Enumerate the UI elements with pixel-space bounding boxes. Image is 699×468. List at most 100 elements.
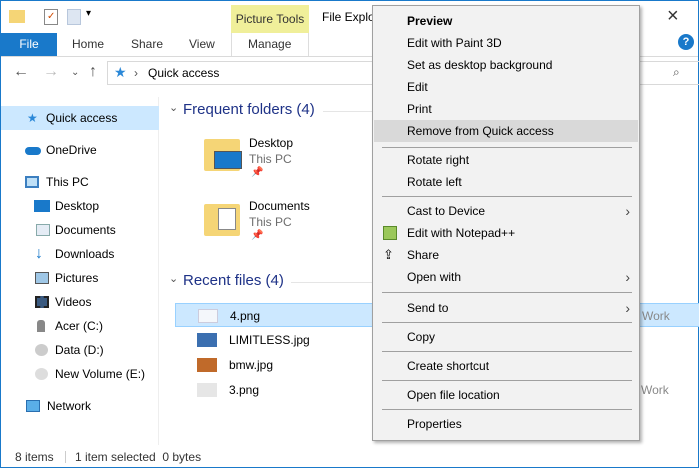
folder-icon — [204, 139, 242, 171]
sidebar-item-label: This PC — [46, 175, 89, 189]
frequent-folders-header[interactable]: Frequent folders (4) — [183, 101, 315, 118]
up-button[interactable]: ↑ — [89, 63, 97, 81]
drive-icon — [35, 368, 48, 380]
context-menu: Preview Edit with Paint 3D Set as deskto… — [372, 5, 640, 441]
sidebar-item-pictures[interactable]: Pictures — [1, 266, 159, 290]
sidebar-item-acer-c[interactable]: Acer (C:) — [1, 314, 159, 338]
folder-icon — [9, 10, 25, 23]
computer-icon — [25, 176, 39, 188]
sidebar-item-data-d[interactable]: Data (D:) — [1, 338, 159, 362]
menu-item-edit-paint-3d[interactable]: Edit with Paint 3D — [374, 32, 638, 54]
cloud-icon — [25, 147, 41, 155]
menu-item-rotate-left[interactable]: Rotate left — [374, 171, 638, 193]
pin-icon: 📌 — [251, 230, 264, 241]
folder-location: This PC — [249, 152, 292, 166]
videos-icon — [35, 296, 49, 308]
search-icon[interactable]: ⌕ — [673, 65, 680, 80]
menu-item-label: Send to — [407, 301, 449, 315]
sidebar-item-videos[interactable]: Videos — [1, 290, 159, 314]
breadcrumb-separator: › — [134, 66, 138, 80]
tab-home[interactable]: Home — [72, 37, 104, 51]
sidebar-item-new-volume-e[interactable]: New Volume (E:) — [1, 362, 159, 386]
drive-icon — [35, 344, 48, 356]
file-name: bmw.jpg — [229, 358, 274, 372]
recent-locations-icon[interactable]: ⌄ — [71, 67, 79, 78]
menu-separator — [382, 322, 632, 323]
documents-icon — [36, 224, 50, 236]
menu-item-print[interactable]: Print — [374, 98, 638, 120]
drive-icon — [37, 320, 45, 332]
folder-name[interactable]: Documents — [249, 199, 310, 213]
desktop-icon — [34, 200, 50, 212]
sidebar-item-label: Data (D:) — [55, 343, 104, 357]
menu-separator — [382, 351, 632, 352]
menu-separator — [382, 380, 632, 381]
sidebar-item-onedrive[interactable]: OneDrive — [1, 138, 159, 162]
sidebar-item-label: Videos — [55, 295, 92, 309]
folder-name[interactable]: Desktop — [249, 136, 293, 150]
breadcrumb-quick-access[interactable]: Quick access — [148, 66, 219, 80]
folder-location: This PC — [249, 215, 292, 229]
sidebar-item-documents[interactable]: Documents — [1, 218, 159, 242]
tab-view[interactable]: View — [189, 37, 215, 51]
recent-files-header[interactable]: Recent files (4) — [183, 272, 284, 289]
menu-item-send-to[interactable]: Send to › — [374, 297, 638, 319]
file-thumbnail — [198, 309, 218, 323]
menu-item-label: Open with — [407, 270, 462, 284]
new-folder-icon[interactable] — [67, 9, 81, 25]
sidebar-item-label: Desktop — [55, 199, 100, 213]
sidebar-item-quick-access[interactable]: ★ Quick access — [1, 106, 159, 130]
tab-file[interactable]: File — [1, 33, 57, 56]
picture-tools-label: Picture Tools — [231, 5, 309, 33]
sidebar-item-network[interactable]: Network — [1, 394, 159, 418]
file-location: Work — [641, 383, 669, 397]
properties-icon[interactable]: ✓ — [44, 9, 58, 25]
menu-item-rotate-right[interactable]: Rotate right — [374, 149, 638, 171]
status-divider — [65, 451, 66, 463]
menu-item-properties[interactable]: Properties — [374, 413, 638, 435]
customize-qat-icon[interactable]: ▾ — [86, 8, 91, 19]
collapse-chevron-icon[interactable]: ⌄ — [169, 272, 178, 285]
sidebar-item-downloads[interactable]: ↓ Downloads — [1, 242, 159, 266]
sidebar-item-desktop[interactable]: Desktop — [1, 194, 159, 218]
menu-separator — [382, 196, 632, 197]
menu-item-share[interactable]: ⇪ Share — [374, 244, 638, 266]
collapse-chevron-icon[interactable]: ⌄ — [169, 101, 178, 114]
menu-item-edit[interactable]: Edit — [374, 76, 638, 98]
navigation-pane: ★ Quick access OneDrive This PC Desktop D… — [1, 97, 159, 445]
file-thumbnail — [197, 333, 217, 347]
menu-item-remove-quick-access[interactable]: Remove from Quick access — [374, 120, 638, 142]
menu-separator — [382, 409, 632, 410]
file-thumbnail — [197, 358, 217, 372]
menu-item-open-with[interactable]: Open with › — [374, 266, 638, 288]
sidebar-item-label: Acer (C:) — [55, 319, 103, 333]
menu-item-open-file-location[interactable]: Open file location — [374, 384, 638, 406]
close-icon[interactable]: × — [667, 5, 679, 28]
status-bar: 8 items 1 item selected 0 bytes — [1, 447, 698, 467]
forward-button[interactable]: → — [43, 63, 59, 81]
sidebar-item-label: Documents — [55, 223, 116, 237]
file-name: LIMITLESS.jpg — [229, 333, 310, 347]
submenu-arrow-icon: › — [625, 269, 630, 285]
tab-share[interactable]: Share — [131, 37, 163, 51]
submenu-arrow-icon: › — [625, 300, 630, 316]
menu-item-label: Edit with Notepad++ — [407, 226, 516, 240]
back-button[interactable]: ← — [13, 63, 29, 81]
menu-item-edit-notepad-plus[interactable]: Edit with Notepad++ — [374, 222, 638, 244]
star-icon: ★ — [114, 64, 127, 80]
share-icon: ⇪ — [383, 247, 394, 262]
pictures-icon — [35, 272, 49, 284]
menu-item-preview[interactable]: Preview — [374, 10, 638, 32]
selection-info: 1 item selected 0 bytes — [75, 450, 202, 464]
menu-item-cast-to-device[interactable]: Cast to Device › — [374, 200, 638, 222]
sidebar-item-this-pc[interactable]: This PC — [1, 170, 159, 194]
menu-item-create-shortcut[interactable]: Create shortcut — [374, 355, 638, 377]
sidebar-item-label: Network — [47, 399, 92, 413]
menu-item-copy[interactable]: Copy — [374, 326, 638, 348]
help-icon[interactable]: ? — [678, 34, 694, 50]
menu-item-set-desktop-background[interactable]: Set as desktop background — [374, 54, 638, 76]
header-divider — [291, 282, 373, 283]
menu-separator — [382, 147, 632, 148]
notepad-plus-icon — [383, 226, 397, 240]
item-count: 8 items — [15, 450, 54, 464]
